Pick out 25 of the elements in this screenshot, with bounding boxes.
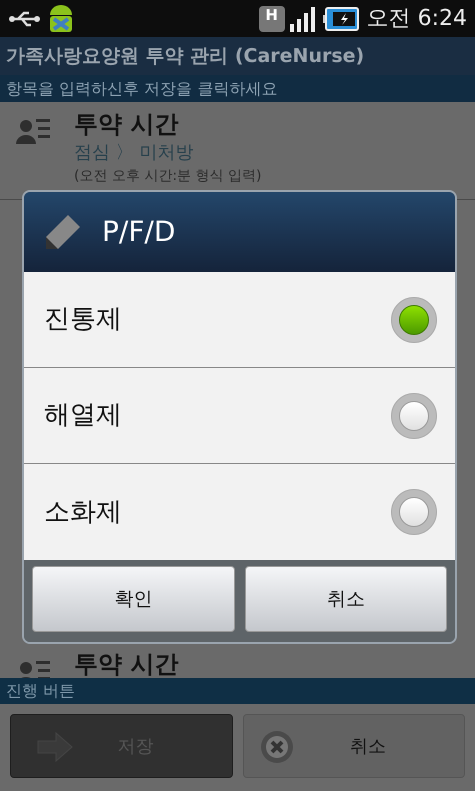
section-label: 진행 버튼	[0, 678, 475, 704]
radio-button[interactable]	[391, 296, 437, 342]
item-title: 투약 시간	[74, 649, 178, 678]
option-label: 진통제	[44, 303, 122, 336]
option-label: 해열제	[44, 399, 122, 432]
option-row[interactable]: 해열제	[24, 368, 455, 464]
item-title: 투약 시간	[74, 109, 180, 140]
option-row[interactable]: 소화제	[24, 464, 455, 560]
cancel-button[interactable]: 취소	[244, 566, 447, 632]
instruction-text: 항목을 입력하신후 저장을 클릭하세요	[0, 75, 475, 102]
clock-text: 오전 6:24	[366, 5, 467, 33]
ok-button[interactable]: 확인	[32, 566, 234, 632]
app-title: 가족사랑요양원 투약 관리 (CareNurse)	[0, 37, 475, 75]
option-label: 소화제	[44, 496, 122, 528]
item-hint: (오전 오후 시간:분 형식 입력)	[74, 167, 262, 186]
item-value: 점심 〉 미처방	[74, 141, 194, 165]
network-badge: H	[258, 6, 285, 32]
option-row[interactable]: 진통제	[24, 272, 455, 368]
close-icon	[260, 730, 294, 764]
pencil-icon	[44, 213, 82, 251]
radio-button[interactable]	[391, 392, 437, 438]
radio-button[interactable]	[391, 489, 437, 535]
battery-icon	[322, 6, 359, 30]
usb-icon	[8, 10, 42, 28]
dialog-title: P/F/D	[102, 214, 176, 250]
